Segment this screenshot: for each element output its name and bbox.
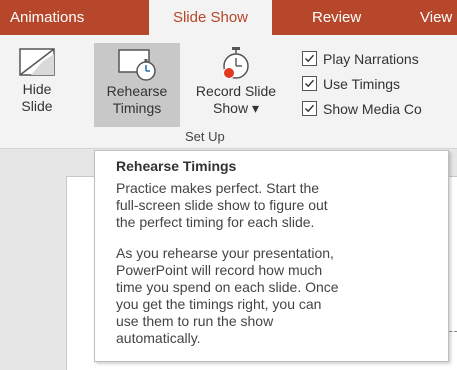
tooltip-title: Rehearse Timings [116,158,237,174]
tab-review[interactable]: Review [312,0,361,35]
set-up-group-label: Set Up [185,129,225,144]
rehearse-timings-tooltip: Rehearse Timings Practice makes perfect.… [94,150,449,362]
hide-slide-icon [19,48,55,76]
checkmark-icon [302,76,317,91]
hide-slide-button[interactable]: Hide Slide [12,43,62,127]
tab-view[interactable]: View [420,0,452,35]
rehearse-timings-label-line2: Timings [112,100,162,116]
play-narrations-label: Play Narrations [323,51,419,67]
tooltip-line: full-screen slide show to figure out [116,197,328,213]
show-media-controls-label: Show Media Co [323,101,422,117]
tooltip-line: PowerPoint will record how much [116,262,323,278]
tooltip-line: time you spend on each slide. Once [116,279,339,295]
rehearse-timings-button[interactable]: Rehearse Timings [94,43,180,127]
tab-animations[interactable]: Animations [10,0,84,35]
tooltip-paragraph-2: As you rehearse your presentation, Power… [116,245,436,347]
checkmark-icon [302,101,317,116]
tooltip-line: automatically. [116,330,201,346]
play-narrations-checkbox[interactable]: Play Narrations [302,49,419,69]
stopwatch-slide-icon [118,49,156,81]
record-stopwatch-icon [223,47,249,79]
tooltip-line: the perfect timing for each slide. [116,214,315,230]
record-slide-show-label-line1: Record Slide [195,83,277,99]
checkmark-icon [302,51,317,66]
ribbon-panel: Hide Slide Rehearse Timings Record Slide… [0,35,457,149]
tooltip-line: Practice makes perfect. Start the [116,180,320,196]
use-timings-label: Use Timings [323,76,401,92]
tooltip-line: use them to run the show [116,313,274,329]
hide-slide-label-line2: Slide [21,98,53,114]
powerpoint-window: Animations Slide Show Review View Hide S… [0,0,457,370]
tab-slide-show[interactable]: Slide Show [149,0,272,35]
tooltip-line: you get the timings right, you can [116,296,322,312]
record-slide-show-button[interactable]: Record Slide Show ▾ [180,43,292,127]
show-media-controls-checkbox[interactable]: Show Media Co [302,99,422,119]
tooltip-paragraph-1: Practice makes perfect. Start the full-s… [116,180,436,231]
hide-slide-label-line1: Hide [22,81,52,97]
record-slide-show-label-line2: Show ▾ [213,100,259,116]
tooltip-line: As you rehearse your presentation, [116,245,334,261]
use-timings-checkbox[interactable]: Use Timings [302,74,400,94]
rehearse-timings-label-line1: Rehearse [106,83,168,99]
ribbon-tab-strip: Animations Slide Show Review View [0,0,457,35]
